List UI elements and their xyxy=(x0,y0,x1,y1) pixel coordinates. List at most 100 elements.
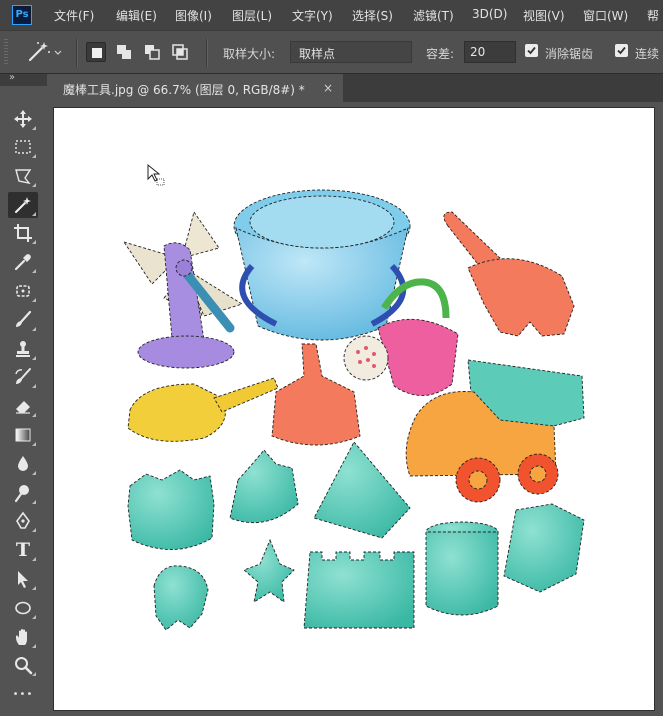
magnifier-icon xyxy=(15,657,33,675)
hand-icon xyxy=(16,629,27,645)
new-selection-button[interactable] xyxy=(86,42,106,62)
eraser-tool[interactable] xyxy=(8,393,38,419)
eyedropper-icon xyxy=(14,254,31,271)
check-icon xyxy=(617,46,626,55)
options-bar: 取样大小: 取样点 ⌵ 容差: 20 消除锯齿 连续 xyxy=(0,30,663,74)
menu-filter[interactable]: 滤镜(T) xyxy=(413,7,454,24)
dodge-tool[interactable] xyxy=(8,480,38,506)
blur-tool[interactable] xyxy=(8,451,38,477)
healing-tool[interactable] xyxy=(8,278,38,304)
menu-type[interactable]: 文字(Y) xyxy=(292,7,333,24)
droplet-icon xyxy=(18,456,28,471)
dodge-icon xyxy=(14,485,29,503)
pyramid-mold xyxy=(313,441,411,539)
arrow-cursor-icon xyxy=(18,571,28,588)
tower-mold xyxy=(425,521,499,616)
menu-file[interactable]: 文件(F) xyxy=(54,7,94,24)
toolbox-collapse[interactable]: ›› xyxy=(0,72,47,86)
menu-image[interactable]: 图像(I) xyxy=(175,7,212,24)
options-separator xyxy=(76,39,78,67)
brush-icon xyxy=(16,310,32,327)
crop-icon xyxy=(14,224,32,242)
magic-wand-icon xyxy=(15,197,31,213)
tool-preset-picker[interactable] xyxy=(26,40,68,64)
menu-select[interactable]: 选择(S) xyxy=(352,7,393,24)
sample-size-label: 取样大小: xyxy=(223,47,276,61)
rectangular-marquee-icon xyxy=(15,140,31,154)
wall-mold xyxy=(303,551,415,629)
stamp-tool[interactable] xyxy=(8,336,38,362)
polygonal-lasso-icon xyxy=(15,169,32,185)
more-icon: ••• xyxy=(12,688,34,700)
add-selection-icon xyxy=(117,45,131,59)
tolerance-value: 20 xyxy=(470,45,486,59)
ellipse-icon xyxy=(15,601,31,615)
menu-view[interactable]: 视图(V) xyxy=(523,7,565,24)
hand-tool[interactable] xyxy=(8,624,38,650)
more-tools[interactable]: ••• xyxy=(8,681,38,707)
antialias-checkbox[interactable] xyxy=(525,44,538,57)
subtract-selection-icon xyxy=(145,45,160,60)
menu-3d[interactable]: 3D(D) xyxy=(472,7,507,21)
history-brush-icon xyxy=(15,368,31,384)
eyedropper-tool[interactable] xyxy=(8,249,38,275)
history-brush-tool[interactable] xyxy=(8,364,38,390)
options-grip[interactable] xyxy=(4,39,8,65)
document-tab-title: 魔棒工具.jpg @ 66.7% (图层 0, RGB/8#) * xyxy=(63,83,305,97)
menu-edit[interactable]: 编辑(E) xyxy=(116,7,157,24)
bandage-icon xyxy=(16,285,30,297)
check-icon xyxy=(527,46,536,55)
options-separator xyxy=(206,39,208,67)
gradient-icon xyxy=(15,428,31,442)
document-tab[interactable]: 魔棒工具.jpg @ 66.7% (图层 0, RGB/8#) * × xyxy=(47,74,343,102)
add-to-selection-button[interactable] xyxy=(114,42,134,62)
contiguous-label: 连续 xyxy=(635,47,660,61)
document-tab-strip: 魔棒工具.jpg @ 66.7% (图层 0, RGB/8#) * × xyxy=(47,74,663,102)
magic-wand-icon xyxy=(28,42,62,62)
intersect-selection-button[interactable] xyxy=(170,42,190,62)
crop-tool[interactable] xyxy=(8,220,38,246)
subtract-selection-button[interactable] xyxy=(142,42,162,62)
new-selection-icon xyxy=(92,48,102,58)
eraser-icon xyxy=(16,401,30,414)
windmill-toy xyxy=(122,210,244,369)
marquee-tool[interactable] xyxy=(8,134,38,160)
photoshop-logo: Ps xyxy=(12,5,32,25)
canvas-artwork xyxy=(122,163,585,631)
path-select-tool[interactable] xyxy=(8,566,38,592)
octopus-mold xyxy=(153,565,209,631)
type-tool[interactable]: T xyxy=(8,537,38,563)
document-canvas[interactable] xyxy=(54,108,654,710)
bucket-toy xyxy=(233,189,411,341)
rake-toy xyxy=(443,211,575,337)
brush-tool[interactable] xyxy=(8,307,38,333)
shovel-toy xyxy=(127,377,279,442)
move-icon xyxy=(14,110,32,128)
menu-help[interactable]: 帮 xyxy=(647,7,659,24)
toolbox: ›› T ••• xyxy=(0,72,47,716)
pen-tool[interactable] xyxy=(8,508,38,534)
tolerance-input[interactable]: 20 xyxy=(464,41,516,63)
magic-wand-tool[interactable] xyxy=(8,192,38,218)
contiguous-checkbox[interactable] xyxy=(615,44,628,57)
star-mold xyxy=(243,538,295,603)
antialias-label: 消除锯齿 xyxy=(545,47,594,61)
marquee-cursor-icon xyxy=(147,163,165,186)
castle-small-mold xyxy=(229,449,299,524)
castle-round-mold xyxy=(127,469,215,550)
zoom-tool[interactable] xyxy=(8,652,38,678)
shape-tool[interactable] xyxy=(8,595,38,621)
clone-stamp-icon xyxy=(16,341,30,357)
menu-bar: Ps 文件(F) 编辑(E) 图像(I) 图层(L) 文字(Y) 选择(S) 滤… xyxy=(0,0,663,30)
menu-window[interactable]: 窗口(W) xyxy=(583,7,628,24)
cube-castle-mold xyxy=(503,503,585,593)
pen-icon xyxy=(16,511,30,529)
gradient-tool[interactable] xyxy=(8,422,38,448)
chevron-down-icon: ⌵ xyxy=(299,45,308,58)
close-icon[interactable]: × xyxy=(323,81,333,95)
intersect-selection-icon xyxy=(172,44,188,60)
sample-size-select[interactable]: 取样点 ⌵ xyxy=(290,41,412,63)
menu-layer[interactable]: 图层(L) xyxy=(232,7,272,24)
lasso-tool[interactable] xyxy=(8,163,38,189)
move-tool[interactable] xyxy=(8,106,38,132)
